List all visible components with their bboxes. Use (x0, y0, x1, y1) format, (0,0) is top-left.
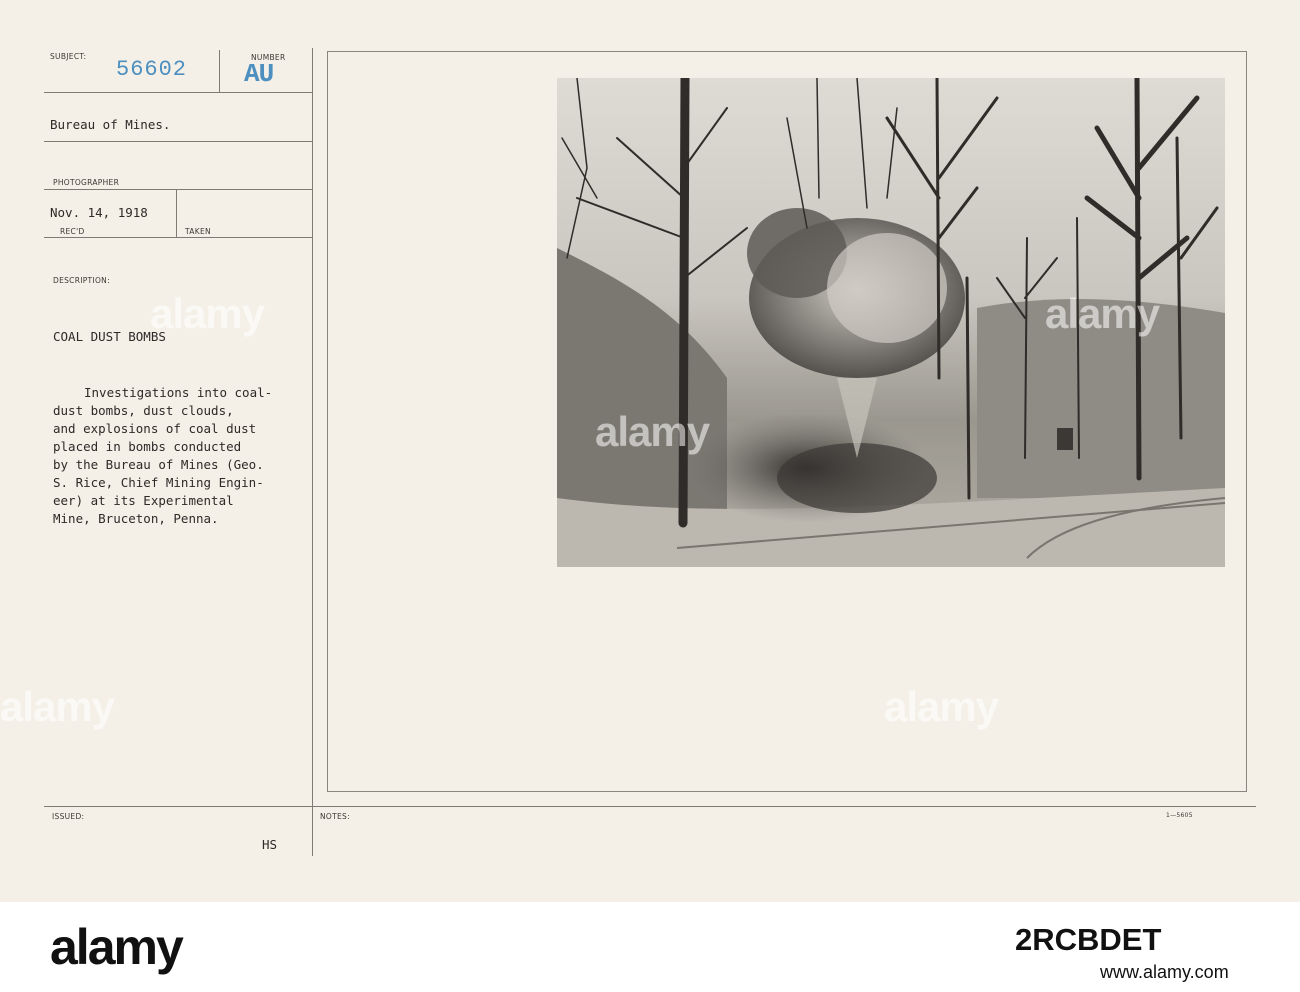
date-received: Nov. 14, 1918 (50, 205, 148, 220)
photograph: alamy alamy (557, 78, 1225, 567)
subject-value: Bureau of Mines. (50, 117, 171, 132)
description-line: by the Bureau of Mines (Geo. (53, 457, 264, 472)
notes-label: NOTES: (320, 812, 350, 821)
form-code: 1—5605 (1166, 812, 1193, 819)
divider (44, 141, 312, 142)
footer-logo: alamy (50, 919, 184, 975)
description-line: Investigations into coal- (84, 385, 273, 400)
watermark: alamy (150, 290, 265, 337)
watermark: alamy (884, 683, 999, 730)
watermark: alamy (1045, 290, 1160, 337)
recd-label: REC'D (60, 227, 85, 236)
footer-url[interactable]: www.alamy.com (1100, 962, 1229, 983)
divider (44, 806, 1256, 807)
divider (312, 48, 313, 856)
record-card: SUBJECT: 56602 NUMBER AU Bureau of Mines… (0, 0, 1300, 902)
record-number: 56602 (116, 57, 188, 82)
description-line: and explosions of coal dust (53, 421, 257, 436)
divider (219, 50, 220, 92)
issued-initials: HS (262, 837, 278, 852)
divider (44, 92, 312, 93)
subject-label: SUBJECT: (50, 52, 87, 61)
description-line: placed in bombs conducted (53, 439, 242, 454)
description-line: S. Rice, Chief Mining Engin- (53, 475, 264, 490)
divider (44, 189, 312, 190)
divider (44, 237, 312, 238)
description-line: eer) at its Experimental (53, 493, 234, 508)
taken-label: TAKEN (185, 227, 211, 236)
watermark: alamy (595, 408, 710, 455)
photographer-label: PHOTOGRAPHER (53, 178, 120, 187)
divider (176, 189, 177, 237)
watermark: alamy (0, 683, 115, 730)
series-code: AU (244, 59, 274, 89)
description-line: Mine, Bruceton, Penna. (53, 511, 219, 526)
footer-image-id: 2RCBDET (1015, 922, 1162, 957)
description-title: COAL DUST BOMBS (53, 329, 166, 344)
description-label: DESCRIPTION: (53, 276, 110, 285)
issued-label: ISSUED: (52, 812, 85, 821)
description-line: dust bombs, dust clouds, (53, 403, 234, 418)
